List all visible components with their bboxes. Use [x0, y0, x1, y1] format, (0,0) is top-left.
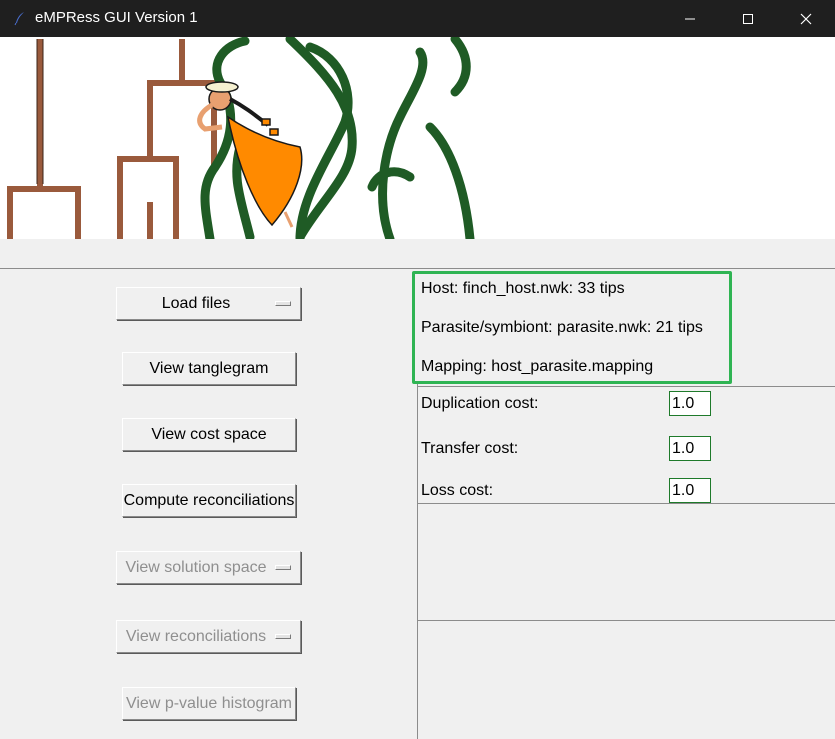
maximize-button[interactable]: [719, 0, 777, 37]
view-pvalue-histogram-button[interactable]: View p-value histogram: [122, 687, 296, 720]
info-separator: [417, 386, 835, 387]
duplication-cost-label: Duplication cost:: [421, 395, 539, 412]
menu-indicator-icon: [275, 634, 291, 639]
view-tanglegram-button[interactable]: View tanglegram: [122, 352, 296, 385]
logo-banner: [0, 37, 835, 239]
view-solution-space-label: View solution space: [125, 558, 267, 576]
banner-illustration: [7, 37, 475, 239]
title-bar: eMPRess GUI Version 1: [0, 0, 835, 37]
view-reconciliations-menu-button[interactable]: View reconciliations: [116, 620, 301, 653]
transfer-cost-label: Transfer cost:: [421, 440, 519, 457]
mapping-file-info: Mapping: host_parasite.mapping: [421, 358, 654, 375]
load-files-label: Load files: [161, 294, 231, 312]
view-tanglegram-label: View tanglegram: [149, 359, 269, 377]
view-cost-space-button[interactable]: View cost space: [122, 418, 296, 451]
view-pvalue-histogram-label: View p-value histogram: [125, 694, 292, 712]
tree-branches: [7, 39, 217, 239]
transfer-cost-input[interactable]: [669, 436, 711, 461]
load-files-menu-button[interactable]: Load files: [116, 287, 301, 320]
panel-divider: [417, 384, 418, 739]
view-reconciliations-label: View reconciliations: [125, 627, 267, 645]
compute-reconciliations-label: Compute reconciliations: [123, 491, 295, 509]
maximize-icon: [743, 13, 753, 24]
view-solution-space-menu-button[interactable]: View solution space: [116, 551, 301, 584]
menu-indicator-icon: [275, 565, 291, 570]
menu-indicator-icon: [275, 301, 291, 306]
loss-cost-input[interactable]: [669, 478, 711, 503]
minimize-icon: [685, 18, 695, 19]
compute-reconciliations-button[interactable]: Compute reconciliations: [122, 484, 296, 517]
window-title: eMPRess GUI Version 1: [35, 9, 198, 26]
view-cost-space-label: View cost space: [151, 425, 267, 443]
close-button[interactable]: [777, 0, 835, 37]
minimize-button[interactable]: [661, 0, 719, 37]
duplication-cost-input[interactable]: [669, 391, 711, 416]
cost-separator: [417, 503, 835, 504]
loss-cost-label: Loss cost:: [421, 482, 494, 499]
banner-separator: [0, 268, 835, 269]
feather-icon: [14, 12, 24, 26]
parasite-file-info: Parasite/symbiont: parasite.nwk: 21 tips: [421, 319, 703, 336]
host-file-info: Host: finch_host.nwk: 33 tips: [421, 280, 625, 297]
lower-separator: [417, 620, 835, 621]
close-icon: [800, 13, 812, 24]
